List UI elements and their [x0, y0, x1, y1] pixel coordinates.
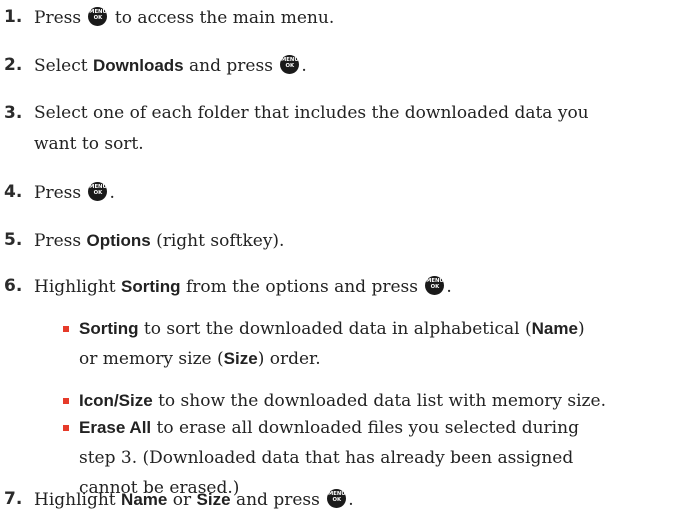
red-bullet-square	[63, 425, 69, 431]
bullet-line-1: Icon/Size to show the downloaded data li…	[79, 391, 606, 411]
step-number: 4.	[4, 182, 23, 202]
menu-ok-key-icon	[425, 276, 445, 295]
step-text-line-1: Select one of each folder that includes …	[34, 103, 589, 123]
bullet-line-2: step 3. (Downloaded data that has alread…	[79, 448, 574, 468]
bullet-line-1: Sorting to sort the downloaded data in a…	[79, 319, 585, 339]
step-text: Press to access the main menu.	[34, 7, 680, 28]
step-text: Highlight Name or Size and press .	[34, 489, 680, 510]
step-number: 7.	[4, 489, 23, 509]
step-text-line-2: want to sort.	[34, 134, 144, 154]
red-bullet-square	[63, 326, 69, 332]
step-number: 6.	[4, 276, 23, 296]
step-text: Highlight Sorting from the options and p…	[34, 276, 680, 297]
menu-ok-key-icon	[88, 7, 108, 26]
bullet-line-1: Erase All to erase all downloaded files …	[79, 418, 579, 438]
menu-ok-key-icon	[280, 55, 300, 74]
step-text: Press Options (right softkey).	[34, 231, 285, 251]
step-number: 2.	[4, 55, 23, 75]
step-number: 3.	[4, 103, 23, 123]
step-number: 1.	[4, 7, 23, 27]
step-number: 5.	[4, 230, 23, 250]
step-text: Select Downloads and press .	[34, 55, 680, 76]
instruction-page: 1. Press to access the main menu. 2. Sel…	[0, 0, 682, 518]
menu-ok-key-icon	[88, 182, 108, 201]
bullet-line-2: or memory size (Size) order.	[79, 349, 321, 369]
step-text: Press .	[34, 182, 680, 203]
red-bullet-square	[63, 398, 69, 404]
menu-ok-key-icon	[327, 489, 347, 508]
